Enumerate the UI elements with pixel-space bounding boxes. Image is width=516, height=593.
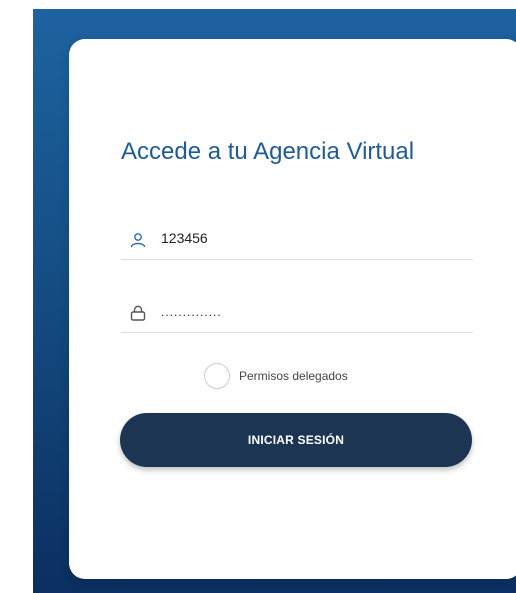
delegated-permissions-radio[interactable]	[204, 363, 230, 389]
username-field	[121, 219, 473, 260]
username-input[interactable]	[161, 223, 461, 253]
delegated-permissions-label: Permisos delegados	[239, 369, 348, 383]
page-background: Accede a tu Agencia Virtual Permisos del…	[33, 9, 516, 593]
login-button[interactable]: INICIAR SESIÓN	[120, 413, 472, 467]
lock-icon	[130, 305, 146, 321]
login-title: Accede a tu Agencia Virtual	[121, 138, 415, 165]
password-field	[121, 292, 473, 333]
delegated-permissions-option[interactable]: Permisos delegados	[204, 363, 348, 389]
login-card: Accede a tu Agencia Virtual Permisos del…	[69, 39, 516, 579]
user-icon	[130, 233, 146, 248]
password-input[interactable]	[161, 297, 461, 327]
